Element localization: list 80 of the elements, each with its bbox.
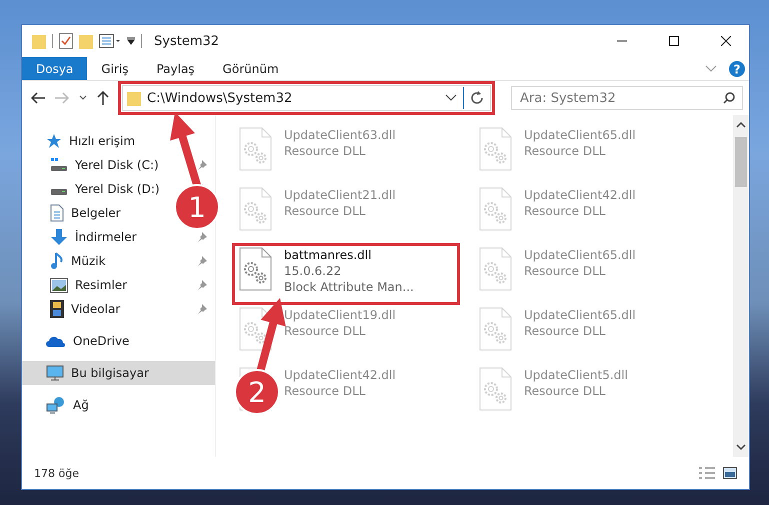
nav-item[interactable]: Belgeler: [50, 204, 121, 222]
ribbon-tab[interactable]: Paylaş: [142, 57, 209, 80]
nav-item[interactable]: Müzik: [50, 252, 106, 270]
expand-ribbon-chevron-icon[interactable]: [705, 64, 717, 72]
file-detail: Resource DLL: [524, 323, 606, 339]
drive-icon: [50, 189, 68, 195]
forward-arrow-icon: [55, 92, 69, 104]
new-folder-icon: [79, 33, 93, 49]
file-detail: Resource DLL: [284, 383, 366, 399]
nav-item[interactable]: Hızlı erişim: [46, 133, 136, 149]
dropdown-chevron-icon[interactable]: [445, 94, 457, 102]
folder-icon: [127, 90, 141, 106]
nav-item[interactable]: İndirmeler: [50, 228, 137, 246]
scroll-up-icon[interactable]: [736, 121, 746, 129]
maximize-icon: [669, 36, 679, 46]
file-detail: Resource DLL: [284, 143, 366, 159]
picture-icon: [50, 278, 68, 292]
drive-icon: [50, 158, 68, 172]
step-number-badge: 2: [234, 369, 280, 415]
nav-item[interactable]: Videolar: [50, 300, 120, 318]
gear-file-icon: [478, 247, 512, 291]
file-detail: Resource DLL: [524, 383, 606, 399]
download-arrow-icon: [50, 228, 68, 246]
folder-icon: [32, 33, 46, 49]
search-field[interactable]: Ara: System32: [511, 86, 743, 110]
pin-icon: [197, 304, 207, 314]
up-arrow-icon: [97, 91, 109, 105]
properties-checklist-icon: [59, 33, 73, 49]
pin-icon: [197, 256, 207, 266]
network-icon: [46, 396, 66, 414]
file-detail: Resource DLL: [284, 323, 366, 339]
close-icon: [721, 36, 731, 46]
file-detail: Resource DLL: [284, 203, 366, 219]
nav-item[interactable]: Yerel Disk (C:): [50, 158, 159, 172]
pin-icon: [197, 160, 207, 170]
gear-file-icon: [478, 367, 512, 411]
ribbon-tab[interactable]: Giriş: [87, 57, 142, 80]
file-name[interactable]: battmanres.dll: [284, 247, 414, 263]
film-icon: [50, 300, 64, 318]
star-icon: [46, 133, 62, 149]
ribbon-tab[interactable]: Dosya: [22, 57, 88, 80]
window-title: System32: [154, 34, 220, 48]
file-detail: Resource DLL: [524, 203, 606, 219]
gear-file-icon: [238, 247, 272, 291]
nav-item[interactable]: Ağ: [46, 396, 89, 414]
gear-file-icon: [238, 187, 272, 231]
refresh-icon[interactable]: [470, 91, 484, 105]
scroll-down-icon[interactable]: [736, 443, 746, 451]
file-detail: Resource DLL: [524, 263, 606, 279]
help-button[interactable]: ?: [729, 60, 745, 76]
pin-icon: [197, 232, 207, 242]
scrollbar-thumb[interactable]: [735, 137, 747, 187]
document-icon: [50, 204, 64, 222]
file-detail: Resource DLL: [524, 143, 606, 159]
search-icon: [723, 92, 735, 104]
nav-item[interactable]: Yerel Disk (D:): [50, 182, 160, 196]
gear-file-icon: [238, 127, 272, 171]
file-detail: Block Attribute Man...: [284, 279, 414, 295]
nav-item[interactable]: Bu bilgisayar: [22, 361, 215, 385]
step-number-badge: 1: [174, 184, 220, 230]
gear-file-icon: [478, 307, 512, 351]
scrollbar[interactable]: [733, 115, 749, 457]
file-detail: 15.0.6.22: [284, 263, 342, 279]
nav-item[interactable]: OneDrive: [46, 334, 130, 348]
gear-file-icon: [478, 187, 512, 231]
gear-file-icon: [478, 127, 512, 171]
ribbon-tab[interactable]: Görünüm: [208, 57, 293, 80]
back-arrow-icon: [31, 92, 45, 104]
cloud-icon: [46, 335, 66, 347]
details-view-icon[interactable]: [699, 467, 715, 479]
customize-toolbar-caret-icon: [127, 37, 135, 45]
caret-icon: [79, 95, 87, 101]
view-options-icon: [99, 34, 121, 48]
pin-icon: [197, 280, 207, 290]
item-count: 178 öğe: [34, 466, 79, 480]
address-path: C:\Windows\System32: [147, 90, 294, 106]
large-icons-view-icon[interactable]: [723, 467, 737, 479]
nav-item[interactable]: Resimler: [50, 278, 128, 292]
music-note-icon: [50, 252, 64, 270]
computer-icon: [46, 365, 64, 381]
